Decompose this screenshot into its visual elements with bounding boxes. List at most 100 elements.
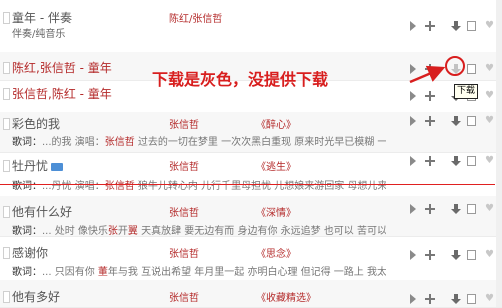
song-title[interactable]: 他有什么好 (12, 203, 72, 220)
play-icon[interactable] (410, 156, 416, 166)
song-row[interactable]: 彩色的我 张信哲 《醉心》 歌词：...的我 演唱：张信哲 过去的一切在梦里 一次次黑… (0, 112, 502, 153)
row-checkbox[interactable] (3, 88, 10, 100)
song-title-text[interactable]: 彩色的我 (12, 117, 60, 131)
row-checkbox[interactable] (3, 12, 10, 24)
favorite-icon[interactable]: ♥ (485, 294, 494, 304)
song-title-text[interactable]: 牡丹忧 (12, 159, 48, 173)
song-title-text[interactable]: 张信哲,陈红 - 童年 (12, 87, 112, 101)
more-icon[interactable] (467, 116, 476, 126)
download-icon[interactable] (451, 156, 461, 166)
add-icon[interactable] (425, 21, 435, 31)
row-checkbox[interactable] (3, 206, 10, 218)
song-title-text[interactable]: 他有多好 (12, 290, 60, 304)
add-icon[interactable] (425, 250, 435, 260)
lyrics-label: 歌词： (12, 181, 42, 192)
lyrics-snippet: 歌词：... 只因有你 董年与我 互说出希望 年月里一起 亦明白心理 但记得 一… (12, 263, 386, 278)
singer-link[interactable]: 张信哲 (169, 116, 199, 131)
favorite-icon[interactable]: ♥ (485, 204, 494, 214)
song-title-text[interactable]: 童年 - 伴奏 (12, 11, 72, 25)
play-icon[interactable] (410, 294, 416, 304)
lyrics-text: ...的我 演唱： (42, 137, 105, 148)
more-icon[interactable] (467, 21, 476, 31)
singer-link[interactable]: 张信哲 (169, 289, 199, 304)
lyrics-highlight: 张信哲 (104, 137, 135, 148)
row-checkbox[interactable] (3, 160, 10, 172)
song-title-text[interactable]: 他有什么好 (12, 205, 72, 219)
album-link[interactable]: 《逃生》 (256, 158, 296, 173)
favorite-icon[interactable]: ♥ (485, 21, 494, 31)
song-title[interactable]: 陈红,张信哲 - 童年 (12, 59, 112, 76)
lyrics-text: 年与我 互说出希望 年月里一起 亦明白心理 但记得 一路上 我太笑容 ... (107, 267, 386, 278)
download-icon[interactable] (451, 64, 461, 74)
annotation-text: 下载是灰色，没提供下载 (152, 70, 329, 89)
download-icon[interactable] (451, 204, 461, 214)
play-icon[interactable] (410, 91, 416, 101)
play-icon[interactable] (410, 204, 416, 214)
singer-link[interactable]: 张信哲 (169, 245, 199, 260)
song-subtitle: 伴奏/纯音乐 (12, 29, 66, 40)
download-icon[interactable] (451, 294, 461, 304)
album-link[interactable]: 《收藏精选》 (256, 289, 316, 304)
song-row[interactable]: 感谢你 张信哲 《思念》歌词：... 只因有你 董年与我 互说出希望 年月里一起 亦… (0, 236, 502, 281)
lyrics-snippet: 歌词：... 处时 像快乐张开翼 天真放肆 要无边有而 身边有你 永远追梦 也可… (12, 222, 386, 237)
more-icon[interactable] (467, 156, 476, 166)
lyrics-snippet: 歌词：...的我 演唱：张信哲 过去的一切在梦里 一次次黑白重现 原来时光早已模… (12, 133, 386, 148)
singer-link[interactable]: 陈红/张信哲 (169, 10, 222, 25)
lyrics-text: ... 只因有你 (42, 267, 98, 278)
song-title[interactable]: 感谢你 (12, 244, 48, 261)
more-icon[interactable] (467, 64, 476, 74)
lyrics-highlight: 张信哲 (104, 181, 135, 192)
song-title[interactable]: 彩色的我 (12, 115, 60, 132)
song-title-text[interactable]: 感谢你 (12, 246, 48, 260)
more-icon[interactable] (467, 294, 476, 304)
vertical-scrollbar[interactable] (496, 0, 502, 307)
album-link[interactable]: 《深情》 (256, 204, 296, 219)
play-icon[interactable] (410, 21, 416, 31)
download-icon[interactable] (451, 21, 461, 31)
download-icon[interactable] (451, 250, 461, 260)
singer-link[interactable]: 张信哲 (169, 204, 199, 219)
lyrics-label: 歌词： (12, 137, 42, 148)
add-icon[interactable] (425, 91, 435, 101)
add-icon[interactable] (425, 64, 435, 74)
add-icon[interactable] (425, 116, 435, 126)
row-checkbox[interactable] (3, 118, 10, 130)
song-row[interactable]: 他有什么好 张信哲 《深情》歌词：... 处时 像快乐张开翼 天真放肆 要无边有而 … (0, 196, 502, 237)
song-title[interactable]: 他有多好 (12, 288, 60, 305)
row-checkbox[interactable] (3, 291, 10, 303)
row-checkbox[interactable] (3, 247, 10, 259)
strikethrough-line (0, 184, 495, 185)
add-icon[interactable] (425, 204, 435, 214)
play-icon[interactable] (410, 250, 416, 260)
play-icon[interactable] (410, 116, 416, 126)
more-icon[interactable] (467, 250, 476, 260)
song-title[interactable]: 童年 - 伴奏 (12, 9, 72, 26)
lyrics-text: 过去的一切在梦里 一次次黑白重现 原来时光早已模糊 一切都变得很美丽 原来时手里… (137, 137, 386, 148)
row-checkbox[interactable] (3, 62, 10, 74)
lyrics-text: 狼牛儿转心内 儿行千里母担忧 儿想娘来游回家 母想儿来泪洒湿 ... (137, 181, 386, 192)
more-icon[interactable] (467, 204, 476, 214)
favorite-icon[interactable]: ♥ (485, 116, 494, 126)
song-row[interactable]: 他有多好 张信哲 《收藏精选》 ♥ (0, 280, 502, 308)
singer-link[interactable]: 张信哲 (169, 158, 199, 173)
album-link[interactable]: 《思念》 (256, 245, 296, 260)
favorite-icon[interactable]: ♥ (485, 91, 494, 101)
download-tooltip: 下载 (454, 84, 479, 99)
add-icon[interactable] (425, 294, 435, 304)
lyrics-text: ...丹忧 演唱： (42, 181, 105, 192)
album-link[interactable]: 《醉心》 (256, 116, 296, 131)
add-icon[interactable] (425, 156, 435, 166)
mv-tag-icon (51, 162, 64, 171)
song-title[interactable]: 牡丹忧 (12, 157, 64, 174)
favorite-icon[interactable]: ♥ (485, 156, 494, 166)
song-title-text[interactable]: 陈红,张信哲 - 童年 (12, 61, 112, 75)
lyrics-highlight: 董 (97, 267, 108, 278)
song-row[interactable]: 童年 - 伴奏 伴奏/纯音乐 陈红/张信哲 ♥ (0, 0, 502, 53)
song-row[interactable]: 牡丹忧 张信哲 《逃生》 歌词：...丹忧 演唱：张信哲 狼牛儿转心内 儿行千里母担忧… (0, 152, 502, 197)
song-title[interactable]: 张信哲,陈红 - 童年 (12, 85, 112, 102)
favorite-icon[interactable]: ♥ (485, 64, 494, 74)
play-icon[interactable] (410, 64, 416, 74)
lyrics-label: 歌词： (12, 267, 42, 278)
download-icon[interactable] (451, 116, 461, 126)
favorite-icon[interactable]: ♥ (485, 250, 494, 260)
